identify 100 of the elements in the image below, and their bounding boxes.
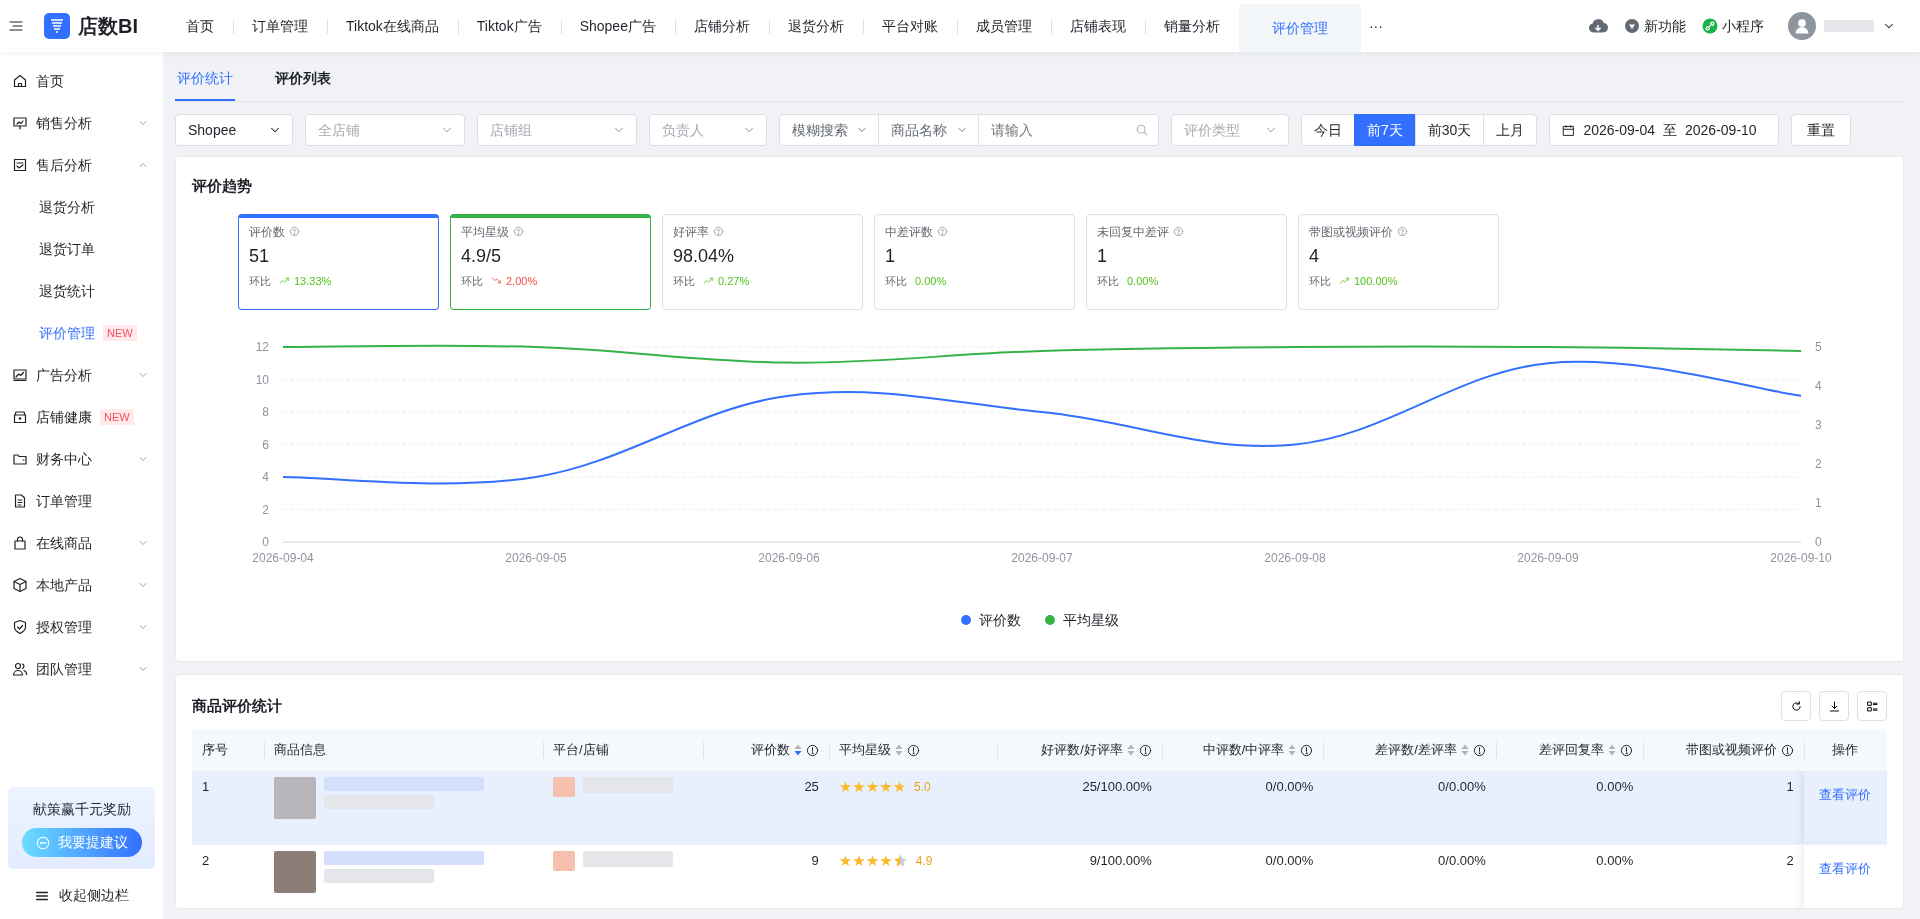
- sidebar-item[interactable]: 销售分析: [36, 112, 92, 134]
- range-button[interactable]: 前30天: [1414, 114, 1485, 146]
- sort-icon[interactable]: [793, 744, 802, 756]
- reset-button[interactable]: 重置: [1791, 114, 1852, 146]
- range-button[interactable]: 今日: [1301, 114, 1355, 146]
- sub-tab[interactable]: 评价统计: [175, 54, 235, 101]
- sidebar-item[interactable]: 订单管理: [36, 490, 92, 512]
- range-button[interactable]: 前7天: [1354, 114, 1416, 146]
- sort-icon[interactable]: [1126, 744, 1135, 756]
- stat-label: 评价数: [249, 223, 285, 241]
- compare-label: 环比: [1309, 273, 1331, 289]
- axis-label: 12: [255, 339, 269, 354]
- date-range-field[interactable]: 2026-09-04 至 2026-09-10: [1549, 114, 1780, 146]
- search-icon[interactable]: [1135, 123, 1149, 137]
- stat-card[interactable]: 中差评数 1 环比 0.00%: [874, 213, 1075, 310]
- search-field[interactable]: 请输入: [979, 114, 1159, 146]
- sidebar-item[interactable]: 售后分析: [36, 154, 92, 176]
- download-icon: [1827, 699, 1841, 713]
- stat-card[interactable]: 好评率 98.04% 环比 0.27%: [662, 213, 863, 310]
- legend-label[interactable]: 评价数: [978, 609, 1021, 631]
- legend-label[interactable]: 平均星级: [1062, 609, 1119, 631]
- compare-label: 环比: [885, 273, 907, 289]
- change-value: 13.33%: [294, 273, 332, 289]
- sub-tab[interactable]: 评价列表: [273, 54, 333, 101]
- range-button[interactable]: 上月: [1483, 114, 1538, 146]
- nav-tab[interactable]: 退货分析: [768, 0, 863, 52]
- collapse-sidebar-link[interactable]: 收起侧边栏: [58, 885, 129, 906]
- nav-tab[interactable]: 销量分析: [1144, 0, 1239, 52]
- sort-icon[interactable]: [894, 744, 903, 756]
- mini-program-link[interactable]: 小程序: [1722, 15, 1764, 37]
- axis-label: 6: [262, 437, 269, 451]
- stat-label: 带图或视频评价: [1309, 223, 1393, 241]
- select-field[interactable]: Shopee: [175, 114, 293, 146]
- avatar-icon[interactable]: [1788, 12, 1816, 40]
- table-cell: 9/100.00%: [1089, 852, 1152, 868]
- select-field[interactable]: 模糊搜索: [779, 114, 879, 146]
- axis-label: 4: [262, 469, 269, 484]
- column-header[interactable]: 平台/店铺: [553, 740, 609, 760]
- table-cell: 0.00%: [1596, 779, 1634, 794]
- menu-item-icon: [12, 367, 28, 383]
- nav-tab[interactable]: 平台对账: [862, 0, 957, 52]
- sidebar-item[interactable]: 退货订单: [39, 238, 95, 260]
- menu-item-icon: [12, 577, 28, 593]
- sort-icon[interactable]: [1608, 744, 1617, 756]
- view-reviews-link[interactable]: 查看评价: [1819, 860, 1872, 876]
- menu-item-icon: [12, 409, 28, 425]
- column-header[interactable]: 商品信息: [274, 740, 327, 760]
- axis-label: 2: [1815, 456, 1822, 471]
- column-header[interactable]: 评价数: [750, 740, 790, 760]
- sidebar-item[interactable]: 广告分析: [36, 364, 92, 386]
- sidebar-item[interactable]: 退货统计: [39, 280, 95, 302]
- chat-icon: [35, 835, 50, 850]
- sidebar-item[interactable]: 授权管理: [36, 616, 92, 638]
- axis-label: 2: [262, 502, 269, 516]
- menu-item-icon: [12, 493, 28, 509]
- section-title: 商品评价统计: [192, 695, 282, 716]
- column-header[interactable]: 平均星级: [838, 740, 891, 760]
- help-icon: [937, 226, 948, 237]
- stat-card[interactable]: 评价数 51 环比 13.33%: [238, 213, 439, 310]
- legend-dot[interactable]: [1044, 615, 1055, 625]
- new-features-link[interactable]: 新功能: [1644, 15, 1686, 37]
- sort-icon[interactable]: [1288, 744, 1297, 756]
- sidebar-item[interactable]: 店铺健康: [36, 406, 92, 428]
- sidebar-item[interactable]: 退货分析: [39, 196, 95, 218]
- stat-value: 4.9/5: [461, 244, 503, 268]
- sidebar-item[interactable]: 在线商品: [36, 532, 92, 554]
- nav-tab[interactable]: Tiktok在线商品: [327, 0, 458, 52]
- stat-card[interactable]: 未回复中差评 1 环比 0.00%: [1086, 213, 1287, 310]
- stat-card[interactable]: 带图或视频评价 4 环比 100.00%: [1298, 213, 1499, 310]
- stat-value: 51: [249, 244, 271, 268]
- nav-tab[interactable]: 评价管理: [1238, 4, 1361, 52]
- column-header[interactable]: 序号: [202, 740, 228, 760]
- nav-tab[interactable]: 订单管理: [233, 0, 327, 52]
- stat-label: 好评率: [673, 223, 709, 241]
- axis-label: 3: [1815, 417, 1822, 432]
- nav-tab[interactable]: 店铺表现: [1050, 0, 1145, 52]
- sort-icon[interactable]: [1460, 744, 1469, 756]
- menu-item-icon: [12, 535, 28, 551]
- legend-dot[interactable]: [960, 615, 971, 625]
- axis-label: 4: [1815, 378, 1822, 393]
- view-reviews-link[interactable]: 查看评价: [1819, 787, 1872, 802]
- axis-label: 10: [255, 372, 269, 386]
- sidebar-item[interactable]: 团队管理: [36, 658, 92, 680]
- sidebar-item[interactable]: 评价管理: [39, 322, 95, 344]
- nav-tab[interactable]: 成员管理: [956, 0, 1051, 52]
- nav-tab[interactable]: 首页: [167, 0, 233, 52]
- tool-button[interactable]: [1857, 691, 1887, 721]
- select-field[interactable]: 商品名称: [879, 114, 979, 146]
- table-cell: 0/0.00%: [1265, 852, 1314, 868]
- nav-tab[interactable]: Tiktok广告: [457, 0, 561, 52]
- nav-tab[interactable]: Shopee广告: [560, 0, 675, 52]
- sidebar-item[interactable]: 首页: [36, 70, 64, 92]
- stat-card[interactable]: 平均星级 4.9/5 环比 2.00%: [450, 213, 651, 310]
- nav-tab[interactable]: 店铺分析: [674, 0, 769, 52]
- column-header[interactable]: 操作: [1832, 740, 1859, 760]
- table-cell: 0/0.00%: [1265, 779, 1314, 794]
- sidebar-item[interactable]: 财务中心: [36, 448, 92, 470]
- sidebar-item[interactable]: 本地产品: [36, 574, 92, 596]
- more-menu[interactable]: ···: [1360, 0, 1391, 52]
- stat-label: 中差评数: [885, 223, 933, 241]
